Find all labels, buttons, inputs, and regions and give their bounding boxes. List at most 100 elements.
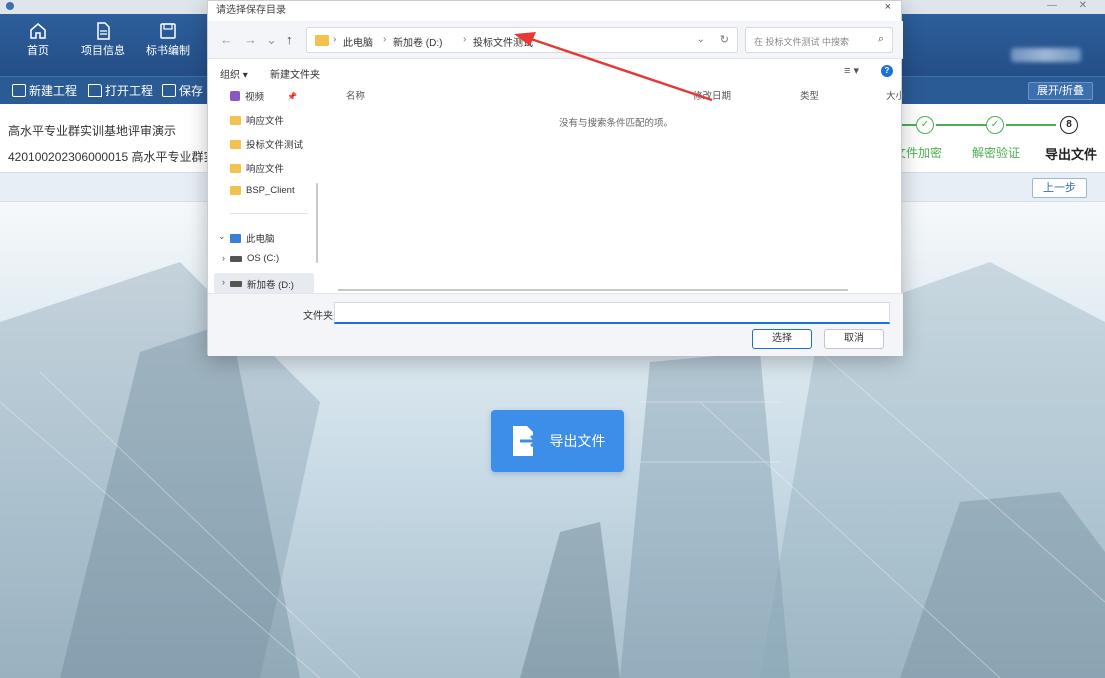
nav-pane-item-label: 响应文件 <box>246 116 285 127</box>
nav-pane-item-label: 此电脑 <box>246 234 275 245</box>
column-header-size[interactable]: 大小 <box>886 88 905 102</box>
pc-icon <box>230 233 241 243</box>
folder-icon <box>230 163 241 173</box>
save-project-label: 保存 <box>179 84 204 98</box>
dialog-title: 请选择保存目录 <box>216 5 286 16</box>
step-number-badge: 8 <box>1060 116 1078 134</box>
export-file-button[interactable]: 导出文件 <box>491 410 624 472</box>
navigation-pane: 视频 📌 响应文件 投标文件测试 响应文件 BSP_Client ⌄ 此电脑 ›… <box>208 83 320 293</box>
collapsed-chevron-icon[interactable]: › <box>222 253 225 263</box>
step-check-icon: ✓ <box>986 116 1004 134</box>
nav-pane-item-label: 响应文件 <box>246 164 285 175</box>
nav-pane-item-bid-test[interactable]: 投标文件测试 <box>230 137 303 151</box>
folder-open-icon <box>88 84 102 97</box>
new-project-button[interactable]: 新建工程 <box>12 82 77 99</box>
expand-collapse-button[interactable]: 展开/折叠 <box>1027 82 1093 100</box>
dialog-close-button[interactable]: × <box>885 1 891 13</box>
new-project-label: 新建工程 <box>29 84 78 98</box>
progress-steps: ✓ ✓ 8 文件加密 解密验证 导出文件 <box>880 110 1100 170</box>
nav-pane-item-response[interactable]: 响应文件 <box>230 113 284 127</box>
project-name: 高水平专业群实训基地评审演示 <box>8 124 177 138</box>
select-folder-button[interactable]: 选择 <box>752 329 812 349</box>
nav-pane-item-video[interactable]: 视频 📌 <box>230 89 297 103</box>
nav-pane-scrollbar[interactable] <box>316 183 318 263</box>
folder-icon <box>230 115 241 125</box>
address-bar[interactable]: › 此电脑 › 新加卷 (D:) › 投标文件测试 ⌄ ↻ <box>306 27 738 53</box>
plus-box-icon <box>12 84 26 97</box>
chevron-right-icon: › <box>333 34 337 45</box>
minimize-icon[interactable]: — <box>1047 0 1057 11</box>
breadcrumb-current-folder[interactable]: 投标文件测试 <box>473 34 533 49</box>
folder-name-input[interactable] <box>334 302 890 324</box>
collapsed-chevron-icon[interactable]: › <box>222 277 225 287</box>
chevron-right-icon: › <box>463 34 467 45</box>
prev-step-button[interactable]: 上一步 <box>1032 178 1087 198</box>
up-arrow-icon[interactable]: ↑ <box>286 32 293 47</box>
nav-home[interactable]: 首页 <box>14 22 62 58</box>
command-bar: 组织 ▾ 新建文件夹 ≡ ▾ ? <box>208 59 903 83</box>
address-dropdown-icon[interactable]: ⌄ <box>697 34 705 45</box>
app-logo-icon <box>6 2 14 10</box>
nav-pane-item-label: 投标文件测试 <box>246 140 304 151</box>
breadcrumb-this-pc[interactable]: 此电脑 <box>343 34 373 49</box>
nav-project-info[interactable]: 项目信息 <box>79 22 127 58</box>
new-folder-button[interactable]: 新建文件夹 <box>270 66 320 81</box>
empty-folder-message: 没有与搜索条件匹配的项。 <box>559 118 674 129</box>
window-close-icon[interactable]: ✕ <box>1079 0 1087 11</box>
nav-pane-item-this-pc[interactable]: 此电脑 <box>230 231 275 245</box>
nav-pane-item-label: 视频 <box>245 92 265 103</box>
nav-bid-edit[interactable]: 标书编制 <box>144 22 192 58</box>
column-header-type[interactable]: 类型 <box>800 88 819 102</box>
nav-pane-divider <box>230 213 308 214</box>
help-icon[interactable]: ? <box>881 65 893 77</box>
nav-pane-item-response-2[interactable]: 响应文件 <box>230 161 284 175</box>
nav-pane-item-drive-c[interactable]: OS (C:) <box>230 253 279 264</box>
history-chevron-icon[interactable]: ⌄ <box>266 32 277 48</box>
organize-menu[interactable]: 组织 ▾ <box>220 66 248 81</box>
drive-icon <box>230 255 242 262</box>
nav-pane-item-bsp-client[interactable]: BSP_Client <box>230 185 295 196</box>
check-box-icon <box>162 84 176 97</box>
nav-pane-item-drive-d[interactable]: 新加卷 (D:) <box>230 277 294 291</box>
nav-pane-item-label: 新加卷 (D:) <box>247 280 294 291</box>
save-icon <box>160 23 176 39</box>
nav-pane-item-label: BSP_Client <box>246 185 295 196</box>
step-label-export: 导出文件 <box>1045 147 1098 162</box>
pin-icon: 📌 <box>287 91 297 101</box>
nav-home-label: 首页 <box>27 45 49 57</box>
column-header-name[interactable]: 名称 <box>346 88 365 102</box>
forward-arrow-icon[interactable]: → <box>244 32 257 47</box>
open-project-label: 打开工程 <box>105 84 154 98</box>
folder-input-row: 文件夹: 选择 取消 <box>208 293 903 356</box>
search-icon: ⌕ <box>877 33 884 45</box>
step-connector <box>936 124 986 126</box>
view-options-icon[interactable]: ≡ ▾ <box>844 64 859 77</box>
breadcrumb-drive-d[interactable]: 新加卷 (D:) <box>393 34 442 49</box>
open-project-button[interactable]: 打开工程 <box>88 82 153 99</box>
back-arrow-icon[interactable]: ← <box>220 32 233 47</box>
nav-bid-edit-label: 标书编制 <box>146 45 190 57</box>
project-code: 420100202306000015 高水平专业群实训 <box>8 150 228 164</box>
file-list-pane: 名称 修改日期 类型 大小 没有与搜索条件匹配的项。 <box>326 83 905 293</box>
drive-icon <box>230 281 242 287</box>
folder-icon <box>230 186 241 195</box>
column-header-modified[interactable]: 修改日期 <box>693 88 731 102</box>
folder-field-label: 文件夹: <box>303 311 336 322</box>
search-placeholder: 在 投标文件测试 中搜索 <box>754 37 850 47</box>
folder-icon <box>230 139 241 149</box>
video-icon <box>230 91 240 101</box>
save-project-button[interactable]: 保存 <box>162 82 203 99</box>
expand-collapse-label: 展开/折叠 <box>1036 85 1084 97</box>
nav-pane-item-label: OS (C:) <box>247 253 280 264</box>
refresh-icon[interactable]: ↻ <box>720 33 729 46</box>
user-info-blurred <box>1011 48 1081 62</box>
expanded-chevron-icon[interactable]: ⌄ <box>218 231 226 242</box>
file-list-scrollbar[interactable] <box>338 289 848 291</box>
search-box[interactable]: 在 投标文件测试 中搜索 ⌕ <box>745 27 893 53</box>
export-file-label: 导出文件 <box>549 433 606 449</box>
home-icon <box>30 23 46 39</box>
step-check-icon: ✓ <box>916 116 934 134</box>
document-icon <box>97 22 110 40</box>
step-label-verify: 解密验证 <box>972 146 1021 160</box>
cancel-button[interactable]: 取消 <box>824 329 884 349</box>
